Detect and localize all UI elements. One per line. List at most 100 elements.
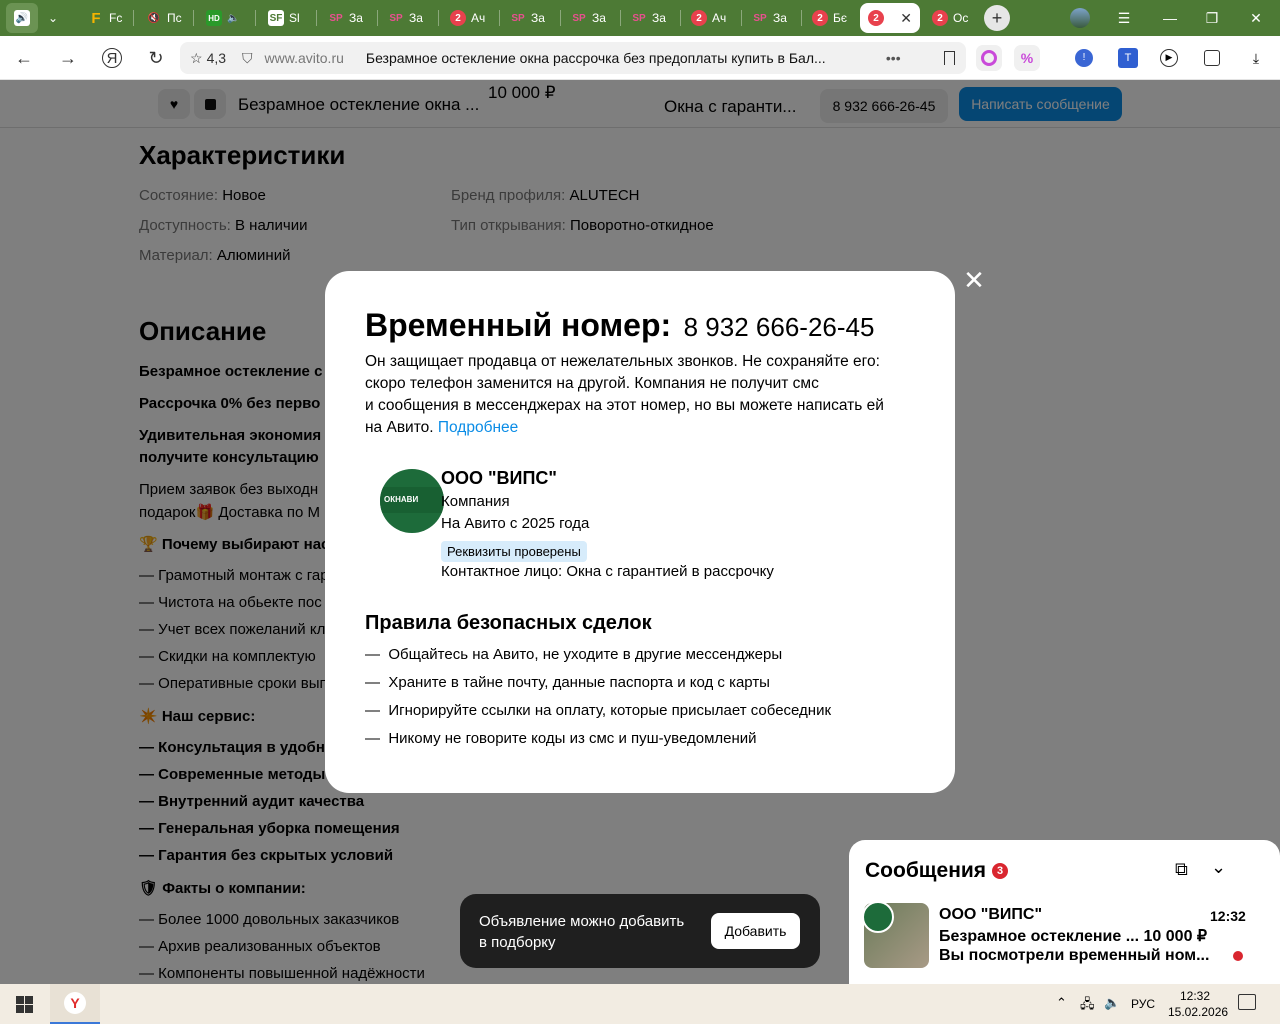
minimize-icon: — — [1163, 10, 1177, 26]
yandex-icon: Я — [102, 48, 122, 68]
address-bar[interactable]: ☆ 4,3 ⛉ www.avito.ru Безрамное остеклени… — [180, 42, 966, 74]
extension-button[interactable]: ! — [1072, 46, 1096, 70]
media-button[interactable]: ▶ — [1157, 46, 1181, 70]
volume-icon[interactable]: 🔈 — [1104, 995, 1120, 1011]
rule-item: — Храните в тайне почту, данные паспорта… — [365, 674, 770, 691]
sp-icon: SP — [572, 12, 586, 24]
site-rating[interactable]: ☆ 4,3 — [190, 50, 226, 67]
extension-button[interactable]: T — [1116, 46, 1140, 70]
discount-button[interactable]: % — [1014, 45, 1040, 71]
browser-tab[interactable]: SF Sl — [260, 3, 312, 33]
url-text[interactable]: www.avito.ru — [265, 50, 344, 66]
new-tab-button[interactable]: + — [984, 5, 1010, 31]
alice-button[interactable] — [976, 45, 1002, 71]
minimize-button[interactable]: — — [1156, 6, 1184, 30]
audio-icon: 🔊 — [14, 10, 30, 26]
explanation-line: на Авито. — [365, 419, 434, 436]
arrow-left-icon: ← — [15, 47, 33, 68]
browser-tab[interactable]: 🔇 Пс — [138, 3, 188, 33]
hd-icon: HD — [206, 10, 222, 26]
rule-text: Игнорируйте ссылки на оплату, которые пр… — [388, 702, 832, 719]
browser-tab[interactable]: SP За — [380, 3, 436, 33]
more-icon[interactable]: ••• — [886, 50, 901, 66]
taskbar-yandex-browser[interactable]: Y — [50, 984, 100, 1024]
chat-time: 12:32 — [1210, 908, 1246, 924]
modal-close-button[interactable]: ✕ — [961, 267, 987, 294]
temp-phone-number[interactable]: 8 932 666-26-45 — [684, 312, 875, 342]
chat-thumbnail[interactable] — [862, 901, 929, 968]
chat-subject: Безрамное остекление ... — [939, 928, 1140, 945]
browser-tab-active[interactable]: 2 ✕ — [860, 3, 920, 33]
taskbar-clock[interactable]: 12:32 15.02.2026 — [1168, 988, 1229, 1020]
close-window-button[interactable]: ✕ — [1242, 6, 1270, 30]
chevron-up-icon[interactable]: ⌃ — [1056, 995, 1067, 1011]
yandex-button[interactable]: Я — [98, 44, 126, 72]
notifications-icon[interactable] — [1238, 994, 1256, 1010]
toast-line: Объявление можно добавить — [479, 913, 685, 930]
windows-start-icon[interactable] — [16, 996, 33, 1013]
tab-list-button[interactable]: ⌄ — [40, 3, 70, 33]
tab-label: Ач — [471, 11, 486, 25]
toast-add-button[interactable]: Добавить — [711, 913, 800, 949]
tab-label: Ач — [712, 11, 727, 25]
downloads-button[interactable]: ⤓ — [1244, 46, 1268, 70]
browser-tab[interactable]: SP За — [563, 3, 619, 33]
browser-tab[interactable]: HD 🔈 — [198, 3, 250, 33]
chat-subject-row: Безрамное остекление ... 10 000 ₽ — [939, 926, 1207, 946]
browser-tab[interactable]: F Fc — [80, 3, 130, 33]
profile-avatar[interactable] — [1066, 6, 1094, 30]
avito-icon: 2 — [932, 10, 948, 26]
temp-number-modal: Временный номер: 8 932 666-26-45 Он защи… — [325, 271, 955, 793]
chevron-down-icon[interactable]: ⌄ — [1211, 857, 1226, 878]
chat-sender[interactable]: ООО "ВИПС" — [939, 906, 1042, 924]
company-since: На Авито с 2025 года — [441, 515, 590, 532]
language-indicator[interactable]: РУС — [1131, 997, 1155, 1011]
company-name[interactable]: ООО "ВИПС" — [441, 468, 557, 489]
tab-label: Ос — [953, 11, 969, 25]
rule-text: Никому не говорите коды из смс и пуш-уве… — [388, 730, 757, 747]
menu-icon: ☰ — [1117, 9, 1131, 26]
chat-price: 10 000 ₽ — [1143, 928, 1208, 945]
extension-icon: ! — [1075, 49, 1093, 67]
more-link[interactable]: Подробнее — [438, 419, 518, 436]
restore-icon: ❐ — [1205, 9, 1219, 26]
star-icon: ☆ — [190, 49, 203, 66]
close-tab-icon[interactable]: ✕ — [900, 10, 912, 27]
explanation-line: скоро телефон заменится на другой. Компа… — [365, 375, 819, 392]
clock-date: 15.02.2026 — [1168, 1005, 1229, 1019]
modal-title: Временный номер: — [365, 307, 672, 343]
collections-button[interactable] — [1200, 46, 1224, 70]
browser-menu-button[interactable]: ☰ — [1110, 6, 1138, 30]
clock-time: 12:32 — [1179, 989, 1211, 1003]
tab-label: Sl — [289, 11, 300, 25]
modal-title-row: Временный номер: 8 932 666-26-45 — [365, 307, 874, 344]
sf-icon: SF — [268, 10, 284, 26]
back-button[interactable]: ← — [10, 44, 38, 72]
browser-tab[interactable]: 2 Ач — [683, 3, 739, 33]
rating-value: 4,3 — [206, 50, 227, 66]
browser-tab[interactable]: SP За — [502, 3, 558, 33]
restore-button[interactable]: ❐ — [1198, 6, 1226, 30]
explanation-line: и сообщения в мессенджерах на этот номер… — [365, 397, 884, 414]
sp-icon: SP — [632, 12, 646, 24]
tab-audio[interactable]: 🔊 — [6, 3, 38, 33]
browser-tab[interactable]: 2 Ос — [924, 3, 976, 33]
sp-icon: SP — [753, 12, 767, 24]
messages-header[interactable]: Сообщения 3 — [865, 859, 1009, 883]
browser-tab[interactable]: 2 Бє — [804, 3, 856, 33]
network-icon[interactable]: 🖧 — [1080, 995, 1095, 1017]
download-icon: ⤓ — [1252, 49, 1260, 66]
percent-icon: % — [1020, 50, 1034, 66]
browser-tab[interactable]: 2 Ач — [442, 3, 498, 33]
rule-item: — Общайтесь на Авито, не уходите в други… — [365, 646, 783, 663]
browser-tab[interactable]: SP За — [623, 3, 679, 33]
browser-tab[interactable]: SP За — [744, 3, 800, 33]
browser-tab[interactable]: SP За — [320, 3, 376, 33]
open-external-icon[interactable]: ⧉ — [1175, 859, 1188, 880]
forward-button[interactable]: → — [54, 44, 82, 72]
bookmark-button[interactable] — [937, 46, 961, 70]
tab-label: За — [592, 11, 606, 25]
reload-button[interactable]: ↻ — [142, 44, 170, 72]
shield-icon[interactable]: ⛉ — [242, 50, 253, 67]
company-logo[interactable]: ОКНАВИ — [380, 469, 444, 533]
